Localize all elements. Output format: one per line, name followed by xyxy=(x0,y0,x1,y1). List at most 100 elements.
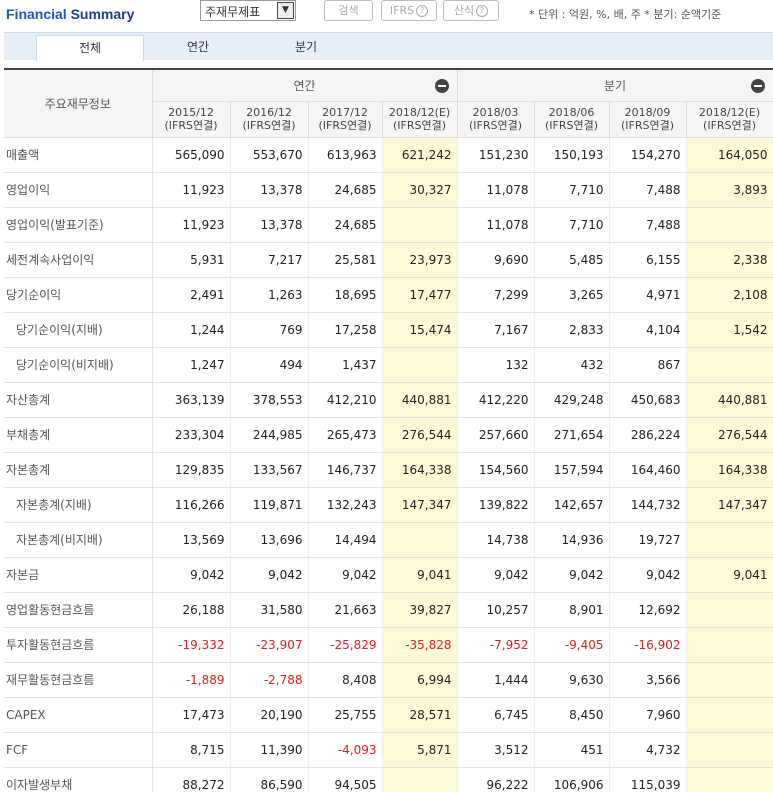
tab-quarter[interactable]: 분기 xyxy=(252,35,360,61)
table-cell: 7,710 xyxy=(534,172,610,208)
row-label[interactable]: 자본총계(비지배) xyxy=(4,522,153,558)
table-cell: 9,042 xyxy=(609,557,687,593)
period-basis: (IFRS연결) xyxy=(621,119,675,132)
table-cell: 144,732 xyxy=(609,487,687,523)
table-cell: 21,663 xyxy=(308,592,383,628)
table-cell: 271,654 xyxy=(534,417,610,453)
row-label[interactable]: CAPEX xyxy=(4,697,153,733)
table-cell: 10,257 xyxy=(456,592,535,628)
toolbar: Financial Summary 주재무제표 ▼ 검색 IFRS? 산식? *… xyxy=(0,0,773,30)
row-label[interactable]: 영업이익(발표기준) xyxy=(4,207,153,243)
period-date: 2018/12(E) xyxy=(388,106,451,119)
table-cell: 378,553 xyxy=(230,382,309,418)
table-cell: 7,488 xyxy=(609,172,687,208)
row-label[interactable]: FCF xyxy=(4,732,153,768)
ifrs-button[interactable]: IFRS? xyxy=(381,0,437,21)
table-cell: 5,931 xyxy=(152,242,231,278)
row-label[interactable]: 당기순이익(비지배) xyxy=(4,347,153,383)
table-cell: -7,952 xyxy=(456,627,535,663)
table-cell: 769 xyxy=(230,312,309,348)
table-cell: 265,473 xyxy=(308,417,383,453)
table-cell: 25,581 xyxy=(308,242,383,278)
table-cell: 3,566 xyxy=(609,662,687,698)
table-cell: 13,569 xyxy=(152,522,231,558)
tab-all[interactable]: 전체 xyxy=(36,35,144,61)
period-basis: (IFRS연결) xyxy=(318,119,372,132)
formula-button[interactable]: 산식? xyxy=(443,0,499,21)
tab-annual[interactable]: 연간 xyxy=(144,35,252,61)
row-label[interactable]: 이자발생부채 xyxy=(4,767,153,792)
table-cell: 286,224 xyxy=(609,417,687,453)
row-label[interactable]: 당기순이익(지배) xyxy=(4,312,153,348)
table-cell: 1,444 xyxy=(456,662,535,698)
table-cell: 146,737 xyxy=(308,452,383,488)
row-label[interactable]: 영업이익 xyxy=(4,172,153,208)
table-row: 자본총계(지배) 116,266 119,871 132,243 147,347 139,… xyxy=(4,487,773,523)
table-cell: 440,881 xyxy=(686,382,773,418)
row-label[interactable]: 자본금 xyxy=(4,557,153,593)
period-date: 2018/03 xyxy=(472,106,519,119)
table-cell: 4,732 xyxy=(609,732,687,768)
table-cell: 11,390 xyxy=(230,732,309,768)
table-cell: 432 xyxy=(534,347,610,383)
row-label[interactable]: 당기순이익 xyxy=(4,277,153,313)
row-label[interactable]: 자본총계 xyxy=(4,452,153,488)
table-cell: 450,683 xyxy=(609,382,687,418)
period-basis: (IFRS연결) xyxy=(164,119,218,132)
help-icon[interactable]: ? xyxy=(476,5,489,17)
table-cell: 412,220 xyxy=(456,382,535,418)
table-cell: 164,338 xyxy=(382,452,458,488)
table-cell: 9,041 xyxy=(382,557,458,593)
statement-select[interactable]: 주재무제표 ▼ xyxy=(200,0,296,21)
table-cell: 9,042 xyxy=(456,557,535,593)
search-button[interactable]: 검색 xyxy=(324,0,373,21)
table-cell: 14,936 xyxy=(534,522,610,558)
row-label[interactable]: 재무활동현금흐름 xyxy=(4,662,153,698)
table-cell: 31,580 xyxy=(230,592,309,628)
row-label[interactable]: 세전계속사업이익 xyxy=(4,242,153,278)
table-cell: 11,078 xyxy=(456,172,535,208)
table-cell: 9,042 xyxy=(230,557,309,593)
table-cell: -35,828 xyxy=(382,627,458,663)
chevron-down-icon[interactable]: ▼ xyxy=(277,2,294,19)
table-row: 자본총계 129,835 133,567 146,737 164,338 154,560 1… xyxy=(4,452,773,488)
row-label[interactable]: 부채총계 xyxy=(4,417,153,453)
table-cell: 3,893 xyxy=(686,172,773,208)
table-cell xyxy=(686,347,773,383)
formula-button-label: 산식 xyxy=(453,4,475,17)
table-cell: 3,265 xyxy=(534,277,610,313)
table-cell: 164,338 xyxy=(686,452,773,488)
row-label[interactable]: 매출액 xyxy=(4,137,153,173)
table-row: 영업이익 11,923 13,378 24,685 30,327 11,078 7,710 7… xyxy=(4,172,773,208)
table-cell: 133,567 xyxy=(230,452,309,488)
row-label[interactable]: 영업활동현금흐름 xyxy=(4,592,153,628)
table-cell xyxy=(686,767,773,792)
period-header: 2015/12 (IFRS연결) xyxy=(152,101,231,138)
title-part1: Financial xyxy=(6,6,67,22)
title-part2: Summary xyxy=(66,6,135,22)
table-cell xyxy=(686,732,773,768)
table-cell: 116,266 xyxy=(152,487,231,523)
table-cell: 565,090 xyxy=(152,137,231,173)
row-label[interactable]: 자산총계 xyxy=(4,382,153,418)
period-date: 2015/12 xyxy=(168,106,214,119)
period-date: 2018/06 xyxy=(548,106,595,119)
help-icon[interactable]: ? xyxy=(416,5,429,17)
collapse-icon[interactable] xyxy=(434,79,449,93)
row-label[interactable]: 자본총계(지배) xyxy=(4,487,153,523)
table-cell: 24,685 xyxy=(308,207,383,243)
table-cell: 2,833 xyxy=(534,312,610,348)
table-cell: 6,994 xyxy=(382,662,458,698)
collapse-icon[interactable] xyxy=(750,79,765,93)
table-cell: 86,590 xyxy=(230,767,309,792)
row-label[interactable]: 투자활동현금흐름 xyxy=(4,627,153,663)
table-cell: -23,907 xyxy=(230,627,309,663)
period-date: 2018/12(E) xyxy=(698,106,761,119)
table-cell: 276,544 xyxy=(382,417,458,453)
period-header: 2018/03 (IFRS연결) xyxy=(456,101,535,138)
table-cell: 12,692 xyxy=(609,592,687,628)
table-cell xyxy=(686,697,773,733)
period-header: 2018/12(E) (IFRS연결) xyxy=(686,101,773,138)
table-cell: 154,270 xyxy=(609,137,687,173)
table-cell xyxy=(686,662,773,698)
